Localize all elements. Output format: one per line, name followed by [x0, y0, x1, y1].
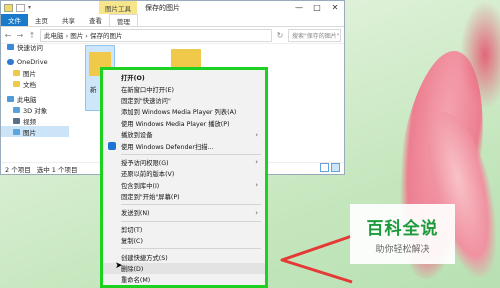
- watermark-logo: 百科全说 助你轻松解决: [350, 204, 455, 264]
- arrow-icon: [280, 234, 353, 284]
- watermark-subtitle: 助你轻松解决: [375, 244, 430, 255]
- watermark-title: 百科全说: [366, 218, 439, 239]
